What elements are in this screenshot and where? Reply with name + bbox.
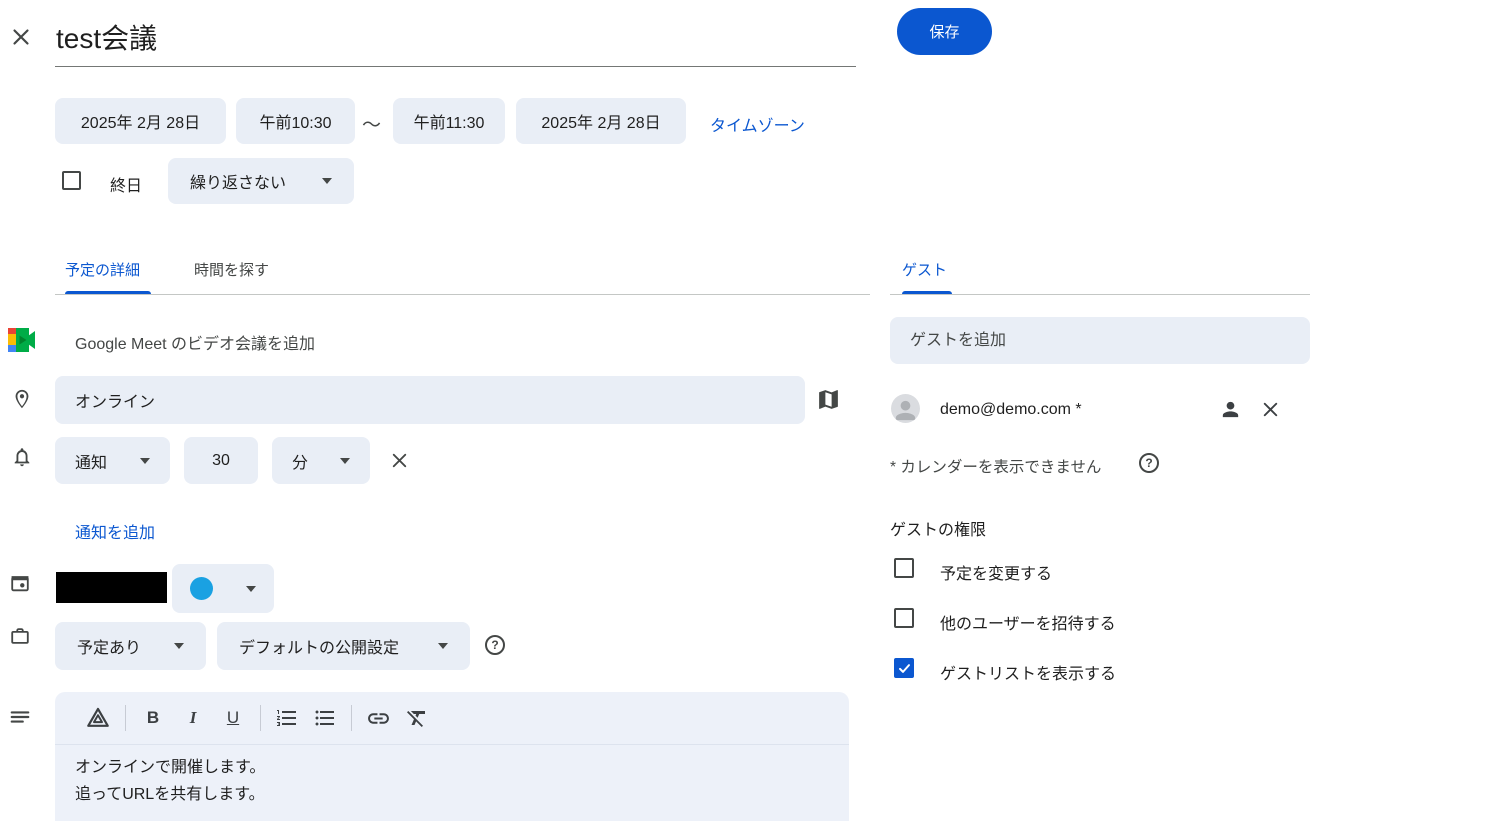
notification-minutes-input[interactable] <box>184 437 258 484</box>
permission-row: ゲストリストを表示する <box>894 658 1116 683</box>
see-guest-list-checkbox[interactable] <box>894 658 914 678</box>
chevron-down-icon <box>174 643 184 649</box>
chevron-down-icon <box>140 457 150 464</box>
chevron-down-icon <box>246 585 256 592</box>
busy-status-dropdown[interactable]: 予定あり <box>55 622 206 670</box>
editor-toolbar-divider <box>55 744 849 745</box>
description-toolbar: B I U <box>85 702 429 734</box>
clear-formatting-icon <box>407 711 425 727</box>
guest-permissions-title: ゲストの権限 <box>890 522 987 539</box>
close-icon <box>1263 402 1278 417</box>
tab-find-time[interactable]: 時間を探す <box>194 259 269 280</box>
location-input[interactable] <box>55 376 805 424</box>
all-day-label: 終日 <box>110 178 143 195</box>
description-editor[interactable]: B I U オンラインで開催します。 追ってURLを共有します。 <box>55 692 849 821</box>
description-line: オンラインで開催します。 <box>75 759 266 776</box>
permission-row: 予定を変更する <box>894 558 1052 583</box>
visibility-help-icon[interactable]: ? <box>485 635 505 655</box>
person-icon <box>1222 401 1239 418</box>
close-icon <box>13 29 29 45</box>
bold-button[interactable]: B <box>140 708 166 728</box>
permission-label: ゲストリストを表示する <box>940 666 1117 683</box>
save-button[interactable]: 保存 <box>897 8 992 55</box>
guest-avatar <box>891 394 920 423</box>
toolbar-separator <box>125 705 126 731</box>
close-button[interactable] <box>8 24 34 50</box>
bell-icon <box>14 448 30 467</box>
numbered-list-button[interactable] <box>275 706 299 730</box>
toolbar-separator <box>351 705 352 731</box>
guest-add-input[interactable] <box>890 317 1310 364</box>
calendar-color-swatch <box>190 577 213 600</box>
drive-attach-button[interactable] <box>85 705 111 731</box>
tabs-divider <box>55 294 870 295</box>
event-edit-page: test会議 保存 2025年 2月 28日 午前10:30 ～ 午前11:30… <box>0 0 1487 821</box>
google-meet-icon <box>8 328 35 352</box>
guest-list-item: demo@demo.com * <box>891 394 1310 428</box>
calendar-icon <box>11 576 29 592</box>
start-date-button[interactable]: 2025年 2月 28日 <box>55 98 226 144</box>
briefcase-icon <box>11 628 29 644</box>
description-text[interactable]: オンラインで開催します。 追ってURLを共有します。 <box>75 754 265 808</box>
add-meet-button[interactable]: Google Meet のビデオ会議を追加 <box>75 330 315 354</box>
event-title-input[interactable]: test会議 <box>56 17 157 57</box>
drive-triangle-icon <box>87 707 109 727</box>
description-line: 追ってURLを共有します。 <box>75 786 265 803</box>
notification-type-dropdown[interactable]: 通知 <box>55 437 170 484</box>
recurrence-dropdown[interactable]: 繰り返さない <box>168 158 354 204</box>
person-icon <box>895 400 916 421</box>
guest-organizer-button[interactable] <box>1219 398 1242 421</box>
location-pin-icon <box>15 389 29 409</box>
tab-guests[interactable]: ゲスト <box>902 259 947 280</box>
link-icon <box>368 712 389 724</box>
bulleted-list-button[interactable] <box>313 706 337 730</box>
chevron-down-icon <box>340 457 350 464</box>
add-notification-link[interactable]: 通知を追加 <box>75 519 155 543</box>
modify-event-checkbox[interactable] <box>894 558 914 578</box>
tab-event-details[interactable]: 予定の詳細 <box>65 259 140 280</box>
underline-button[interactable]: U <box>220 708 246 728</box>
description-icon <box>10 711 30 723</box>
clear-formatting-button[interactable] <box>405 706 429 730</box>
invite-others-checkbox[interactable] <box>894 608 914 628</box>
notification-type-value: 通知 <box>75 454 108 472</box>
start-time-button[interactable]: 午前10:30 <box>236 98 355 144</box>
check-icon <box>898 663 910 673</box>
map-icon <box>819 390 838 409</box>
insert-link-button[interactable] <box>366 706 391 731</box>
all-day-checkbox[interactable] <box>62 171 81 190</box>
toolbar-separator <box>260 705 261 731</box>
guest-email: demo@demo.com * <box>940 401 1082 418</box>
end-time-button[interactable]: 午前11:30 <box>393 98 505 144</box>
italic-button[interactable]: I <box>180 708 206 728</box>
permission-row: 他のユーザーを招待する <box>894 608 1116 633</box>
calendar-name-redacted[interactable] <box>56 572 167 603</box>
note-help-icon[interactable]: ? <box>1139 453 1159 473</box>
timezone-link[interactable]: タイムゾーン <box>710 112 805 136</box>
close-icon <box>392 453 407 468</box>
chevron-down-icon <box>322 178 332 184</box>
visibility-value: デフォルトの公開設定 <box>239 640 400 657</box>
guests-divider <box>890 294 1310 295</box>
permission-label: 予定を変更する <box>940 566 1053 583</box>
bulleted-list-icon <box>315 710 334 726</box>
map-button[interactable] <box>816 387 841 412</box>
time-separator: ～ <box>362 115 382 136</box>
guest-remove-button[interactable] <box>1259 398 1282 421</box>
numbered-list-icon <box>277 710 296 726</box>
notification-unit-dropdown[interactable]: 分 <box>272 437 370 484</box>
title-underline <box>55 66 856 67</box>
notification-unit-value: 分 <box>292 454 309 472</box>
remove-notification-button[interactable] <box>388 449 411 472</box>
chevron-down-icon <box>438 643 448 649</box>
calendar-color-dropdown[interactable] <box>172 564 274 613</box>
permission-label: 他のユーザーを招待する <box>940 616 1116 633</box>
calendar-note: * カレンダーを表示できません <box>890 459 1102 476</box>
visibility-dropdown[interactable]: デフォルトの公開設定 <box>217 622 470 670</box>
busy-status-value: 予定あり <box>77 640 142 657</box>
end-date-button[interactable]: 2025年 2月 28日 <box>516 98 686 144</box>
recurrence-value: 繰り返さない <box>190 175 287 192</box>
